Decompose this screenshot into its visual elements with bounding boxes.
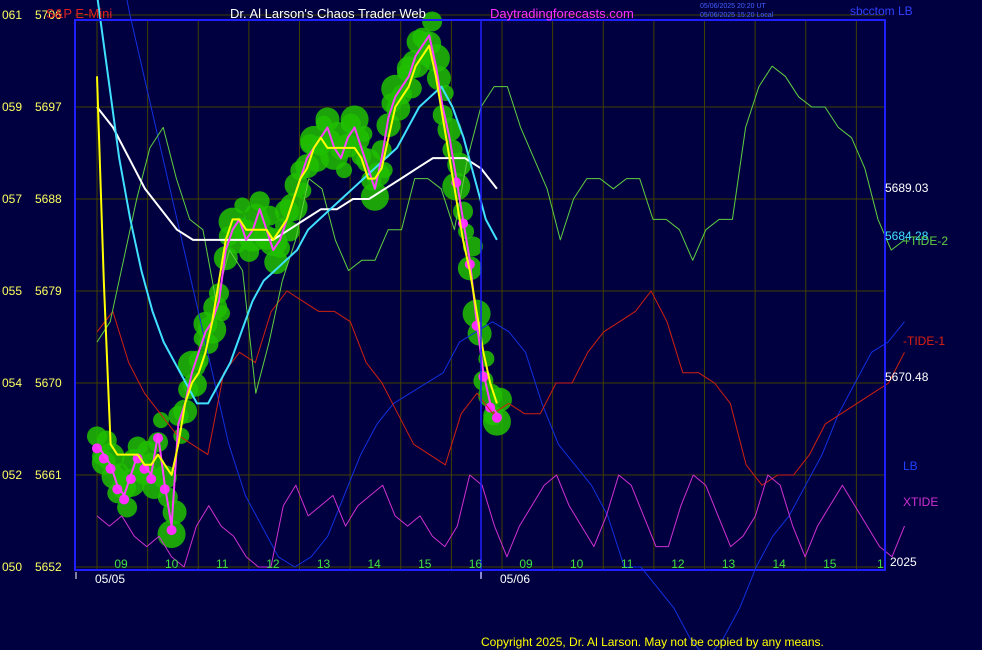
x-tick-label: 13 bbox=[317, 557, 331, 571]
tide2-label: +TIDE-2 bbox=[903, 234, 948, 248]
y-tick-code: 052 bbox=[2, 468, 22, 482]
x-tick-label: 14 bbox=[367, 557, 381, 571]
price-chart: 061 5706059 5697057 5688055 5679054 5670052 56… bbox=[0, 0, 982, 650]
x-tick-label: 09 bbox=[519, 557, 533, 571]
price-label-3: 5670.48 bbox=[885, 370, 929, 384]
lb-label: LB bbox=[903, 459, 918, 473]
y-tick-code: 054 bbox=[2, 376, 22, 390]
x-tick-label: 09 bbox=[114, 557, 128, 571]
x-tick-label: 13 bbox=[722, 557, 736, 571]
x-tick-label: 12 bbox=[671, 557, 685, 571]
y-tick-price: 5697 bbox=[35, 100, 62, 114]
energy-ball bbox=[336, 162, 353, 179]
signal-dot bbox=[491, 412, 502, 423]
y-tick-price: 5679 bbox=[35, 284, 62, 298]
y-tick-code: 055 bbox=[2, 284, 22, 298]
y-tick-price: 5661 bbox=[35, 468, 62, 482]
x-tick-label: 15 bbox=[823, 557, 837, 571]
y-tick-price: 5652 bbox=[35, 560, 62, 574]
x-tick-label: 10 bbox=[570, 557, 584, 571]
x-tick-label: 15 bbox=[418, 557, 432, 571]
tide1-label: -TIDE-1 bbox=[903, 334, 945, 348]
timestamp-ut: 05/06/2025 20:20 UT bbox=[700, 3, 766, 10]
x-tick-label: 14 bbox=[772, 557, 786, 571]
x-tick-label: 11 bbox=[621, 557, 634, 571]
x-tick-label: 1 bbox=[877, 557, 884, 571]
x-tick-label: 16 bbox=[469, 557, 483, 571]
x-tick-label: 10 bbox=[165, 557, 179, 571]
copyright: Copyright 2025, Dr. Al Larson. May not b… bbox=[481, 635, 824, 649]
energy-ball bbox=[162, 500, 187, 525]
symbol-label: S&P E-Mini bbox=[46, 6, 112, 21]
x-tick-label: 11 bbox=[216, 557, 229, 571]
timestamp-local: 05/06/2025 15:20 Local bbox=[700, 12, 774, 19]
xtide-label: XTIDE bbox=[903, 495, 938, 509]
date-label: 05/06 bbox=[500, 572, 530, 586]
site-link[interactable]: Daytradingforecasts.com bbox=[490, 6, 634, 21]
y-tick-code: 061 bbox=[2, 8, 22, 22]
y-tick-code: 050 bbox=[2, 560, 22, 574]
y-tick-price: 5670 bbox=[35, 376, 62, 390]
price-label-1: 5689.03 bbox=[885, 181, 929, 195]
corner-label: sbcctom LB bbox=[850, 4, 913, 18]
x-tick-label: 12 bbox=[266, 557, 280, 571]
date-label: 05/05 bbox=[95, 572, 125, 586]
y-tick-code: 059 bbox=[2, 100, 22, 114]
y-tick-price: 5688 bbox=[35, 192, 62, 206]
chart-title: Dr. Al Larson's Chaos Trader Web bbox=[230, 6, 426, 21]
y-tick-code: 057 bbox=[2, 192, 22, 206]
chart-window: 061 5706 059 5697 057 5688 055 5679 054 5670 052 56… bbox=[0, 0, 982, 650]
year-label: 2025 bbox=[890, 555, 917, 569]
